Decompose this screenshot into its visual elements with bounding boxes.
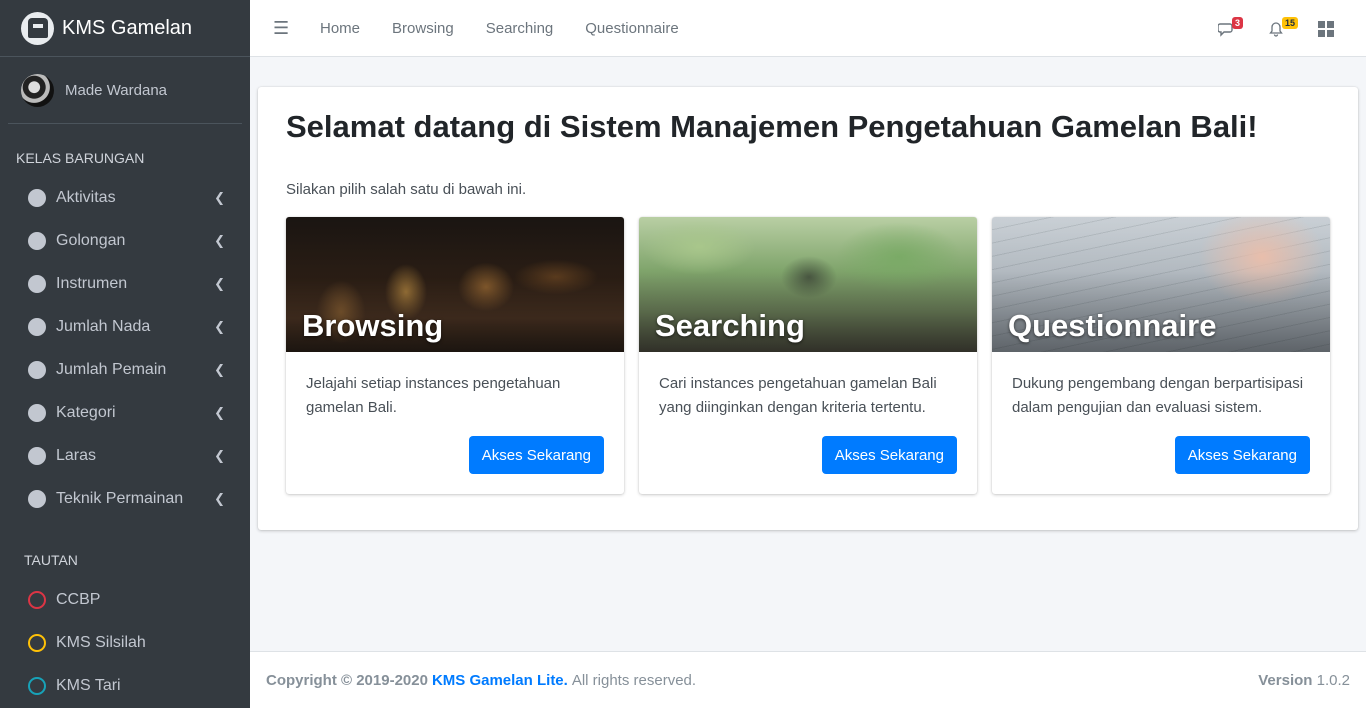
circle-icon xyxy=(28,446,46,465)
feature-card-title: Browsing xyxy=(302,308,444,343)
version-value: 1.0.2 xyxy=(1316,671,1350,689)
feature-card-description: Dukung pengembang dengan berpartisipasi … xyxy=(1012,375,1304,416)
sidebar-link-label: KMS Tari xyxy=(56,676,121,694)
brand-name: KMS Gamelan xyxy=(62,16,193,39)
chevron-left-icon: ❮ xyxy=(214,276,225,291)
feature-card-questionnaire: Questionnaire Dukung pengembang dengan b… xyxy=(992,217,1330,494)
messages-badge: 3 xyxy=(1232,16,1244,29)
sidebar-link-kms-tari[interactable]: KMS Tari xyxy=(0,664,250,707)
sidebar-item-label: Jumlah Pemain xyxy=(56,360,167,378)
circle-icon xyxy=(28,403,46,422)
page-subtitle: Silakan pilih salah satu di bawah ini. xyxy=(286,181,527,198)
nav-link-browsing[interactable]: Browsing xyxy=(392,20,454,37)
circle-icon xyxy=(28,489,46,508)
sidebar-item-label: Jumlah Nada xyxy=(56,317,151,335)
circle-icon xyxy=(28,231,46,250)
footer-product-link[interactable]: KMS Gamelan Lite. xyxy=(432,672,568,689)
navbar-right: 3 15 xyxy=(1218,0,1366,57)
browsing-access-button[interactable]: Akses Sekarang xyxy=(468,436,604,474)
questionnaire-image: Questionnaire xyxy=(992,217,1330,352)
hamburger-icon[interactable]: ☰ xyxy=(273,18,291,39)
sidebar-item-kategori[interactable]: Kategori ❮ xyxy=(0,391,250,434)
sidebar-item-label: Instrumen xyxy=(56,274,128,292)
sidebar-nav: Aktivitas ❮ Golongan ❮ Instrumen ❮ Jumlah N… xyxy=(0,176,250,520)
feature-card-browsing: Browsing Jelajahi setiap instances penge… xyxy=(286,217,624,494)
circle-outline-icon xyxy=(28,633,46,652)
circle-icon xyxy=(28,274,46,293)
sidebar-link-label: KMS Silsilah xyxy=(56,633,146,651)
sidebar-item-aktivitas[interactable]: Aktivitas ❮ xyxy=(0,176,250,219)
sidebar-item-label: Kategori xyxy=(56,403,116,421)
sidebar-item-instrumen[interactable]: Instrumen ❮ xyxy=(0,262,250,305)
chevron-left-icon: ❮ xyxy=(214,448,225,463)
version-label: Version xyxy=(1258,671,1313,689)
feature-card-description: Jelajahi setiap instances pengetahuan ga… xyxy=(306,375,561,416)
sidebar-item-label: Aktivitas xyxy=(56,188,116,206)
notifications-button[interactable]: 15 xyxy=(1268,16,1302,41)
nav-link-home[interactable]: Home xyxy=(320,20,360,37)
top-nav-links: Home Browsing Searching Questionnaire xyxy=(320,20,711,37)
sidebar-item-label: Golongan xyxy=(56,231,126,249)
feature-card-description: Cari instances pengetahuan gamelan Bali … xyxy=(659,375,937,416)
nav-link-questionnaire[interactable]: Questionnaire xyxy=(585,20,678,37)
sidebar-link-ccbp[interactable]: CCBP xyxy=(0,578,250,621)
footer-rights: All rights reserved. xyxy=(571,671,697,689)
main-footer: Copyright © 2019-2020 KMS Gamelan Lite. … xyxy=(250,651,1366,708)
circle-icon xyxy=(28,188,46,207)
chevron-left-icon: ❮ xyxy=(214,190,225,205)
feature-card-title: Searching xyxy=(655,308,805,343)
browsing-image: Browsing xyxy=(286,217,624,352)
chevron-left-icon: ❮ xyxy=(214,319,225,334)
sidebar-item-label: Laras xyxy=(56,446,97,464)
chevron-left-icon: ❮ xyxy=(214,362,225,377)
questionnaire-access-button[interactable]: Akses Sekarang xyxy=(1174,436,1310,474)
feature-card-title: Questionnaire xyxy=(1008,308,1217,343)
page-title: Selamat datang di Sistem Manajemen Penge… xyxy=(286,109,1258,144)
chevron-left-icon: ❮ xyxy=(214,405,225,420)
footer-version: Version 1.0.2 xyxy=(1258,672,1350,689)
nav-header-tautan: TAUTAN xyxy=(24,552,78,568)
brand-logo-icon xyxy=(21,11,54,45)
top-navbar: ☰ Home Browsing Searching Questionnaire … xyxy=(250,0,1366,57)
circle-outline-icon xyxy=(28,590,46,609)
grid-icon xyxy=(1318,20,1334,37)
sidebar-item-jumlah-pemain[interactable]: Jumlah Pemain ❮ xyxy=(0,348,250,391)
circle-icon xyxy=(28,360,46,379)
user-panel[interactable]: Made Wardana xyxy=(8,57,242,124)
user-name[interactable]: Made Wardana xyxy=(65,82,167,99)
sidebar-item-golongan[interactable]: Golongan ❮ xyxy=(0,219,250,262)
messages-button[interactable]: 3 xyxy=(1218,16,1252,41)
sidebar-links: CCBP KMS Silsilah KMS Tari xyxy=(0,578,250,707)
circle-icon xyxy=(28,317,46,336)
chevron-left-icon: ❮ xyxy=(214,233,225,248)
notifications-badge: 15 xyxy=(1282,16,1299,29)
searching-access-button[interactable]: Akses Sekarang xyxy=(821,436,957,474)
footer-copyright: Copyright © 2019-2020 xyxy=(266,671,428,689)
nav-header-kelas: KELAS BARUNGAN xyxy=(16,150,145,166)
main-sidebar: KMS Gamelan Made Wardana KELAS BARUNGAN … xyxy=(0,0,250,708)
sidebar-item-jumlah-nada[interactable]: Jumlah Nada ❮ xyxy=(0,305,250,348)
sidebar-item-teknik-permainan[interactable]: Teknik Permainan ❮ xyxy=(0,477,250,520)
sidebar-item-label: Teknik Permainan xyxy=(56,489,184,507)
circle-outline-icon xyxy=(28,676,46,695)
chevron-left-icon: ❮ xyxy=(214,491,225,506)
feature-card-searching: Searching Cari instances pengetahuan gam… xyxy=(639,217,977,494)
sidebar-item-laras[interactable]: Laras ❮ xyxy=(0,434,250,477)
nav-link-searching[interactable]: Searching xyxy=(486,20,554,37)
apps-button[interactable] xyxy=(1318,17,1342,41)
avatar xyxy=(21,73,54,107)
sidebar-link-label: CCBP xyxy=(56,590,101,608)
searching-image: Searching xyxy=(639,217,977,352)
sidebar-link-kms-silsilah[interactable]: KMS Silsilah xyxy=(0,621,250,664)
welcome-card: Selamat datang di Sistem Manajemen Penge… xyxy=(258,87,1358,530)
brand-link[interactable]: KMS Gamelan xyxy=(0,0,250,57)
